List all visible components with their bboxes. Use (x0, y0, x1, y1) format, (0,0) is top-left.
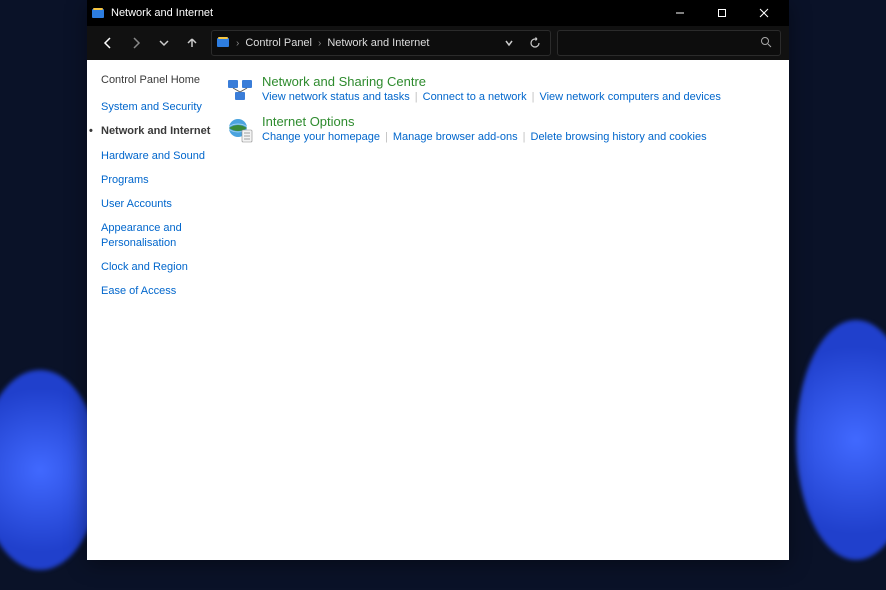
search-input[interactable] (566, 37, 760, 49)
internet-options-icon (226, 116, 254, 144)
sidebar-item-hardware-sound[interactable]: Hardware and Sound (101, 149, 222, 163)
sidebar-item-network-internet[interactable]: Network and Internet (101, 124, 222, 138)
category-title[interactable]: Network and Sharing Centre (262, 74, 775, 89)
category-links: View network status and tasks|Connect to… (262, 91, 775, 103)
search-icon (760, 36, 772, 51)
category-links: Change your homepage|Manage browser add-… (262, 131, 775, 143)
control-panel-window: Network and Internet › Control Panel › N… (87, 0, 789, 560)
link-delete-history[interactable]: Delete browsing history and cookies (531, 131, 707, 143)
search-box[interactable] (557, 30, 781, 56)
close-button[interactable] (743, 0, 785, 26)
breadcrumb-item[interactable]: Control Panel (245, 37, 312, 49)
link-connect-network[interactable]: Connect to a network (423, 91, 527, 103)
content-area: Control Panel Home System and Security N… (87, 60, 789, 560)
breadcrumb[interactable]: › Control Panel › Network and Internet (211, 30, 551, 56)
sidebar-home[interactable]: Control Panel Home (101, 74, 222, 86)
breadcrumb-separator: › (234, 38, 241, 49)
refresh-button[interactable] (524, 32, 546, 54)
breadcrumb-icon (216, 35, 230, 52)
minimize-button[interactable] (659, 0, 701, 26)
app-icon (91, 6, 105, 20)
window-title: Network and Internet (111, 7, 659, 19)
breadcrumb-dropdown-button[interactable] (498, 32, 520, 54)
sidebar-item-programs[interactable]: Programs (101, 173, 222, 187)
sidebar-item-ease-of-access[interactable]: Ease of Access (101, 284, 222, 298)
sidebar-item-system-security[interactable]: System and Security (101, 100, 222, 114)
up-button[interactable] (179, 30, 205, 56)
category-internet-options: Internet Options Change your homepage|Ma… (226, 114, 775, 144)
category-title[interactable]: Internet Options (262, 114, 775, 129)
titlebar: Network and Internet (87, 0, 789, 26)
network-sharing-icon (226, 76, 254, 104)
link-change-homepage[interactable]: Change your homepage (262, 131, 380, 143)
sidebar-item-clock-region[interactable]: Clock and Region (101, 260, 222, 274)
category-network-sharing: Network and Sharing Centre View network … (226, 74, 775, 104)
link-view-network-computers[interactable]: View network computers and devices (539, 91, 720, 103)
recent-button[interactable] (151, 30, 177, 56)
maximize-button[interactable] (701, 0, 743, 26)
sidebar: Control Panel Home System and Security N… (87, 60, 222, 560)
sidebar-item-appearance-personalisation[interactable]: Appearance and Personalisation (101, 221, 222, 250)
navigation-bar: › Control Panel › Network and Internet (87, 26, 789, 60)
breadcrumb-separator: › (316, 38, 323, 49)
sidebar-item-user-accounts[interactable]: User Accounts (101, 197, 222, 211)
breadcrumb-item[interactable]: Network and Internet (327, 37, 429, 49)
link-manage-addons[interactable]: Manage browser add-ons (393, 131, 518, 143)
main-panel: Network and Sharing Centre View network … (222, 60, 789, 560)
back-button[interactable] (95, 30, 121, 56)
forward-button[interactable] (123, 30, 149, 56)
link-view-network-status[interactable]: View network status and tasks (262, 91, 410, 103)
